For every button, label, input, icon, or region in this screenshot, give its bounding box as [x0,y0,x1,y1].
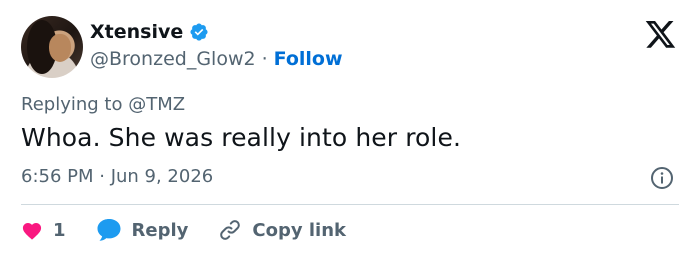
like-count: 1 [53,219,66,241]
author-handle-row: @Bronzed_Glow2 · Follow [90,48,343,70]
divider [21,204,679,205]
verified-badge-icon [190,23,208,41]
action-bar: 1 Reply Copy link [21,216,376,244]
author-name-row: Xtensive [90,21,209,43]
link-icon [220,220,241,240]
speech-bubble-icon [97,219,121,241]
separator-dot: · [261,48,268,70]
tweet-timestamp[interactable]: 6:56 PM · Jun 9, 2026 [21,166,213,187]
reply-label: Reply [131,219,189,241]
tweet-text: Whoa. She was really into her role. [21,123,461,152]
x-logo-icon[interactable] [645,21,677,49]
replying-to-line: Replying to @TMZ [21,94,185,115]
replying-to-mention[interactable]: @TMZ [128,94,185,115]
copy-link-button[interactable]: Copy link [218,218,346,242]
heart-icon [22,222,42,240]
avatar[interactable] [21,16,83,78]
info-icon[interactable] [650,166,674,190]
copy-link-label: Copy link [252,219,346,241]
follow-button[interactable]: Follow [274,48,343,70]
author-display-name[interactable]: Xtensive [90,21,183,43]
replying-prefix: Replying to [21,94,123,115]
reply-button[interactable]: Reply [96,218,189,242]
like-button[interactable]: 1 [21,220,66,241]
author-handle[interactable]: @Bronzed_Glow2 [90,48,256,70]
